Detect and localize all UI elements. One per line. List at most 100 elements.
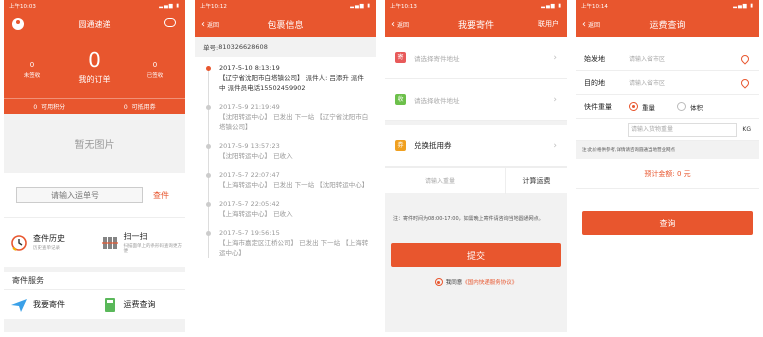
send-screen: 上午10:13 ▂▄▆ ▮ ‹ 返回 我要寄件 联用户 寄 请选择寄件地址 › 收… — [385, 0, 567, 332]
page-title: 包裹信息 — [267, 20, 304, 31]
status-bar: 上午10:14 ▂▄▆ ▮ — [576, 0, 759, 11]
chevron-right-icon: › — [553, 94, 557, 105]
event-time: 2017-5-9 21:19:49 — [219, 103, 280, 111]
order-number-row: 单号: 810326628608 — [195, 37, 376, 57]
timeline-event: 2017-5-9 13:57:23 【沈阳转运中心】 已收入 — [206, 141, 370, 161]
fee-item[interactable]: 运费查询 — [95, 290, 186, 319]
timeline-event: 2017-5-7 22:07:47 【上海转运中心】 已发出 下一站 【沈阳转运… — [206, 170, 370, 190]
chevron-right-icon: › — [553, 140, 557, 151]
event-time: 2017-5-7 22:05:42 — [219, 200, 280, 208]
location-pin-icon[interactable] — [739, 76, 751, 89]
order-number-label: 单号: — [203, 44, 219, 52]
coupons-label: 可抵用券 — [131, 104, 156, 111]
send-item[interactable]: 我要寄件 — [4, 290, 95, 319]
banner-placeholder: 暂无图片 — [4, 114, 185, 173]
status-time: 上午10:12 — [200, 3, 227, 10]
back-button[interactable]: ‹ 返回 — [201, 11, 219, 37]
points-value: 0 — [33, 104, 38, 111]
weight-type-row: 快件重量 重量 体积 — [576, 95, 759, 119]
sender-address-row[interactable]: 寄 请选择寄件地址 › — [385, 37, 567, 79]
coupon-label: 兑换抵用券 — [414, 141, 452, 150]
back-button[interactable]: ‹ 返回 — [582, 11, 600, 37]
barcode-icon — [101, 234, 119, 252]
home-screen: 上午10:03 ▂▄▆ ▮ 圆通速递 0 未签收 0 我的订单 0 已签收 0 … — [4, 0, 185, 332]
message-icon[interactable] — [164, 18, 176, 27]
weight-radio[interactable]: 重量 — [629, 102, 655, 112]
send-note: 注：寄件时间为08:00-17:00，如需晚上寄件请咨询当地圆通网点。 — [393, 216, 544, 222]
event-time: 2017-5-7 19:56:15 — [219, 229, 280, 237]
page-title: 我要寄件 — [457, 20, 494, 31]
plane-icon — [10, 296, 28, 314]
status-bar: 上午10:03 ▂▄▆ ▮ — [4, 0, 185, 11]
chevron-left-icon: ‹ — [391, 18, 395, 30]
origin-label: 始发地 — [584, 54, 605, 63]
agree-radio[interactable] — [434, 278, 443, 286]
event-text: 【辽宁省沈阳市白塔镇公司】 派件人: 吕添升 派件中 派件员电话15502459… — [219, 74, 364, 92]
history-item[interactable]: 查件历史 历史查单记录 — [4, 218, 95, 267]
estimate-label: 预计金额 — [644, 169, 673, 178]
stat-signed[interactable]: 0 已签收 — [135, 61, 175, 79]
points-item[interactable]: 0 可用积分 — [4, 102, 95, 111]
weight-input[interactable]: 请输入重量 — [385, 176, 505, 185]
chevron-left-icon: ‹ — [201, 18, 205, 30]
page-title: 圆通速递 — [78, 20, 111, 29]
origin-input[interactable]: 请输入省市区 — [629, 54, 741, 63]
back-label: 返回 — [207, 21, 220, 29]
scan-subtitle: 扫描面单上的条形码查询更方便 — [123, 243, 183, 254]
radio-icon — [677, 102, 686, 111]
event-text: 【上海市嘉定区江桥公司】 已发出 下一站 【上海转运中心】 — [219, 239, 369, 257]
tracking-input[interactable] — [16, 187, 143, 203]
screenshot-strip: 上午10:03 ▂▄▆ ▮ 圆通速递 0 未签收 0 我的订单 0 已签收 0 … — [0, 0, 763, 337]
submit-button[interactable]: 提交 — [391, 243, 561, 267]
volume-radio[interactable]: 体积 — [677, 102, 703, 112]
history-subtitle: 历史查单记录 — [33, 246, 60, 252]
status-bar: 上午10:13 ▂▄▆ ▮ — [385, 0, 567, 11]
home-header: 圆通速递 0 未签收 0 我的订单 0 已签收 0 可用积分 0 可抵用券 — [4, 11, 185, 114]
chevron-right-icon: › — [553, 52, 557, 63]
chevron-left-icon: ‹ — [582, 18, 586, 30]
search-button[interactable]: 查件 — [153, 190, 169, 201]
fee-title: 运费查询 — [123, 300, 156, 309]
agreement-link[interactable]: 《国内快递服务协议》 — [462, 278, 517, 286]
weight-label: 快件重量 — [584, 102, 612, 111]
nav-bar: ‹ 返回 运费查询 — [576, 11, 759, 37]
status-time: 上午10:14 — [581, 3, 608, 10]
origin-row[interactable]: 始发地 请输入省市区 — [576, 47, 759, 71]
timeline-event: 2017-5-9 21:19:49 【沈阳转运中心】 已发出 下一站 【辽宁省沈… — [206, 102, 370, 132]
signal-icon: ▂▄▆ ▮ — [159, 2, 180, 9]
coupon-row[interactable]: 券 兑换抵用券 › — [385, 125, 567, 167]
fee-query-screen: 上午10:14 ▂▄▆ ▮ ‹ 返回 运费查询 始发地 请输入省市区 目的地 请输… — [576, 0, 759, 332]
estimate-unit: 元 — [683, 169, 691, 178]
event-text: 【沈阳转运中心】 已收入 — [219, 152, 293, 160]
calc-fee-button[interactable]: 计算运费 — [505, 167, 567, 194]
status-time: 上午10:03 — [9, 3, 36, 10]
destination-input[interactable]: 请输入省市区 — [629, 78, 741, 87]
location-pin-icon[interactable] — [739, 52, 751, 65]
volume-option-label: 体积 — [690, 103, 703, 112]
receiver-icon: 收 — [395, 94, 406, 105]
status-bar: 上午10:12 ▂▄▆ ▮ — [195, 0, 376, 11]
weight-unit: KG — [742, 126, 751, 133]
order-number: 810326628608 — [218, 43, 268, 51]
right-action-button[interactable]: 联用户 — [538, 11, 559, 37]
signal-icon: ▂▄▆ ▮ — [350, 2, 371, 9]
query-button[interactable]: 查询 — [582, 211, 753, 235]
coupons-item[interactable]: 0 可抵用券 — [95, 102, 186, 111]
stat-signed-count: 0 — [152, 61, 158, 69]
points-bar: 0 可用积分 0 可抵用券 — [4, 98, 185, 114]
feature-grid: 查件历史 历史查单记录 扫一扫 扫描面单上的条形码查询更方便 — [4, 217, 185, 267]
receiver-address-row[interactable]: 收 请选择收件地址 › — [385, 79, 567, 121]
destination-label: 目的地 — [584, 78, 605, 87]
event-time: 2017-5-9 13:57:23 — [219, 142, 280, 150]
service-grid: 我要寄件 运费查询 — [4, 289, 185, 319]
timeline-event: 2017-5-10 8:13:19 【辽宁省沈阳市白塔镇公司】 派件人: 吕添升… — [206, 63, 370, 93]
nav-bar: ‹ 返回 我要寄件 联用户 — [385, 11, 567, 37]
event-text: 【沈阳转运中心】 已发出 下一站 【辽宁省沈阳市白塔镇公司】 — [219, 113, 369, 131]
agreement-row[interactable]: 我同意 《国内快递服务协议》 — [385, 278, 567, 286]
destination-row[interactable]: 目的地 请输入省市区 — [576, 71, 759, 95]
scan-item[interactable]: 扫一扫 扫描面单上的条形码查询更方便 — [95, 218, 186, 267]
goods-weight-input[interactable]: 请输入货物重量 — [628, 122, 737, 137]
back-button[interactable]: ‹ 返回 — [391, 11, 409, 37]
event-text: 【上海转运中心】 已收入 — [219, 210, 293, 218]
weight-option-label: 重量 — [642, 103, 655, 112]
